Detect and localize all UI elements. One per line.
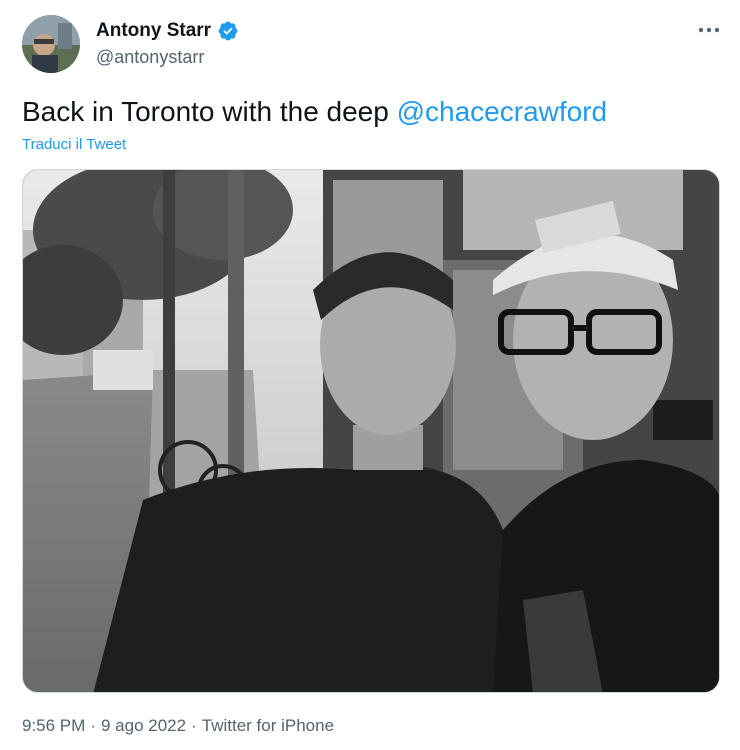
photo-image xyxy=(23,170,719,692)
meta-separator: · xyxy=(90,716,96,735)
tweet-text: Back in Toronto with the deep @chacecraw… xyxy=(22,94,607,130)
tweet-photo[interactable] xyxy=(22,169,720,693)
tweet-date[interactable]: 9 ago 2022 xyxy=(101,716,186,735)
mention-link[interactable]: @chacecrawford xyxy=(397,96,608,127)
tweet-time[interactable]: 9:56 PM xyxy=(22,716,85,735)
tweet-meta: 9:56 PM · 9 ago 2022 · Twitter for iPhone xyxy=(22,715,334,737)
author-avatar[interactable] xyxy=(22,15,80,73)
more-horizontal-icon xyxy=(698,27,720,33)
author-display-name[interactable]: Antony Starr xyxy=(96,19,211,43)
author-handle[interactable]: @antonystarr xyxy=(96,46,204,68)
more-options-button[interactable] xyxy=(694,18,724,42)
tweet-source[interactable]: Twitter for iPhone xyxy=(202,716,334,735)
meta-separator: · xyxy=(191,716,197,735)
translate-tweet-link[interactable]: Traduci il Tweet xyxy=(22,135,126,155)
verified-badge-icon xyxy=(217,20,239,42)
tweet-text-body: Back in Toronto with the deep xyxy=(22,96,397,127)
author-name-row: Antony Starr xyxy=(96,19,239,43)
avatar-image xyxy=(22,15,80,73)
